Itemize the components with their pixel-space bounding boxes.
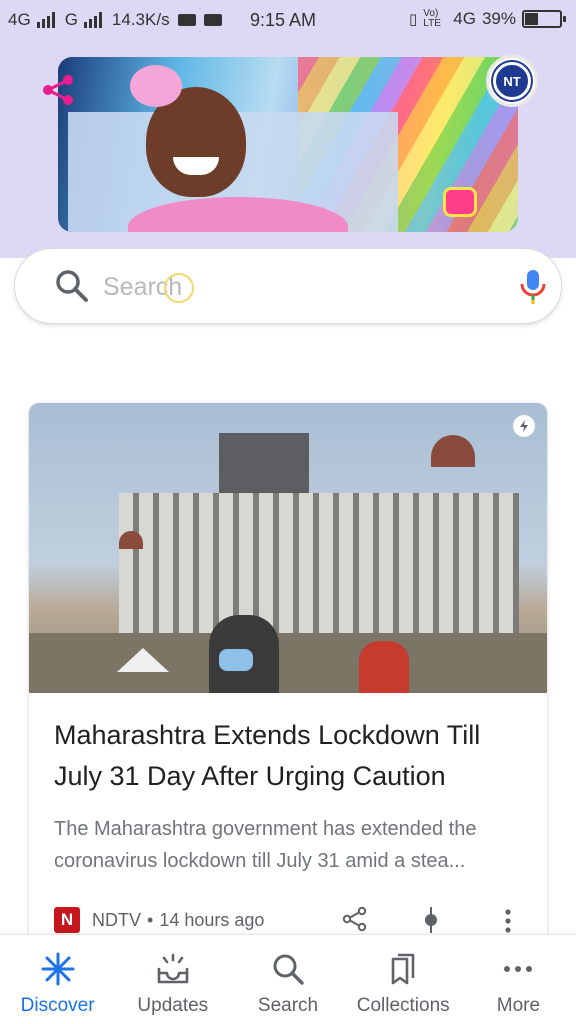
network-label-3: 4G — [453, 9, 476, 28]
card-snippet: The Maharashtra government has extended … — [54, 818, 477, 872]
more-vertical-icon[interactable] — [498, 908, 518, 934]
status-bar: 4G G 14.3K/s 9:15 AM ▯ Vo) LTE 4G 39% — [0, 0, 576, 40]
interest-control-icon[interactable] — [421, 906, 441, 934]
battery-percent: 39% — [481, 9, 516, 28]
image-tent — [117, 648, 169, 672]
network-label-2: G — [64, 10, 78, 29]
bottom-navigation: Discover Updates Search Collections More — [0, 934, 576, 1024]
source-name: NDTV — [92, 909, 141, 930]
avatar-initials: NT — [493, 62, 531, 100]
image-hotel — [119, 493, 519, 633]
nav-label-search: Search — [257, 995, 319, 1016]
card-title[interactable]: Maharashtra Extends Lockdown Till July 3… — [54, 715, 524, 797]
video-icon — [203, 14, 222, 26]
screen-record-icon — [177, 14, 196, 26]
account-avatar[interactable]: NT — [486, 55, 538, 107]
volte-label: Vo) LTE — [423, 8, 441, 29]
ndtv-logo-icon: N — [54, 907, 80, 933]
search-bar[interactable] — [14, 248, 562, 324]
search-input[interactable] — [103, 269, 483, 305]
search-icon — [273, 954, 304, 985]
nav-label-collections: Collections — [356, 995, 450, 1016]
doodle-heart — [443, 187, 477, 217]
status-left: 4G G 14.3K/s — [8, 10, 222, 30]
asterisk-icon — [41, 952, 75, 986]
image-ground — [29, 633, 547, 693]
nav-collections[interactable]: Collections — [346, 935, 461, 1024]
microphone-icon[interactable] — [518, 268, 548, 306]
network-label-1: 4G — [8, 10, 31, 29]
amp-lightning-icon — [513, 415, 535, 437]
nav-label-more: More — [496, 995, 541, 1016]
card-source[interactable]: N NDTV • 14 hours ago — [54, 905, 264, 935]
google-doodle[interactable] — [58, 57, 518, 232]
doodle-flower — [130, 65, 182, 107]
nav-discover[interactable]: Discover — [0, 935, 115, 1024]
nav-label-updates: Updates — [137, 995, 209, 1016]
news-card[interactable]: Maharashtra Extends Lockdown Till July 3… — [29, 403, 547, 963]
search-icon — [56, 270, 88, 302]
image-mask — [219, 649, 253, 671]
signal-icon — [36, 12, 55, 28]
vibrate-icon: ▯ — [409, 11, 418, 28]
signal-icon-2 — [83, 12, 102, 28]
network-speed: 14.3K/s — [111, 10, 170, 29]
nav-search[interactable]: Search — [230, 935, 345, 1024]
touch-indicator — [164, 273, 194, 303]
card-image[interactable] — [29, 403, 547, 693]
image-person-2 — [359, 641, 409, 693]
nav-label-discover: Discover — [20, 995, 95, 1016]
more-horizontal-icon — [504, 966, 533, 972]
bookmarks-icon — [391, 953, 415, 985]
updates-tray-icon — [157, 953, 189, 984]
status-time: 9:15 AM — [250, 10, 317, 30]
meta-separator: • — [147, 909, 154, 930]
doodle-share-icon[interactable] — [42, 74, 74, 106]
battery-icon — [522, 10, 566, 28]
nav-updates[interactable]: Updates — [115, 935, 230, 1024]
nav-more[interactable]: More — [461, 935, 576, 1024]
image-dome — [431, 435, 475, 467]
image-dome-small — [119, 531, 143, 549]
share-icon[interactable] — [342, 906, 368, 932]
status-right: ▯ Vo) LTE 4G 39% — [409, 8, 566, 29]
time-ago: 14 hours ago — [159, 909, 265, 930]
